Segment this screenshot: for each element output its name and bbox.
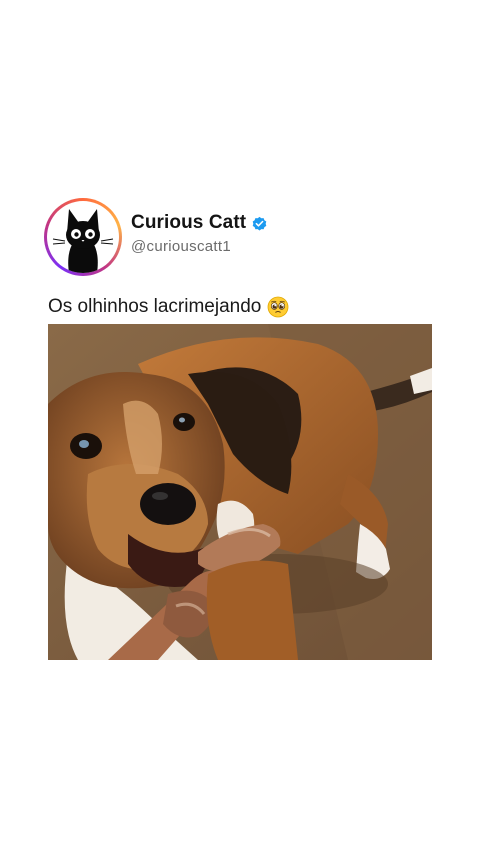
display-name-row: Curious Catt bbox=[131, 212, 268, 234]
tweet-card: Curious Catt @curiouscatt1 Os olhinhos l… bbox=[0, 0, 480, 854]
pleading-face-emoji-icon bbox=[267, 296, 289, 318]
black-cat-icon bbox=[47, 201, 119, 273]
verified-badge-icon bbox=[251, 215, 268, 232]
avatar[interactable] bbox=[44, 198, 122, 276]
handle[interactable]: @curiouscatt1 bbox=[131, 238, 268, 255]
caption-text: Os olhinhos lacrimejando bbox=[48, 296, 262, 317]
tweet-text: Os olhinhos lacrimejando bbox=[48, 296, 289, 318]
author-names: Curious Catt @curiouscatt1 bbox=[131, 212, 268, 255]
display-name[interactable]: Curious Catt bbox=[131, 212, 246, 234]
tweet-header: Curious Catt @curiouscatt1 bbox=[44, 198, 444, 278]
dog-image[interactable] bbox=[48, 324, 432, 660]
